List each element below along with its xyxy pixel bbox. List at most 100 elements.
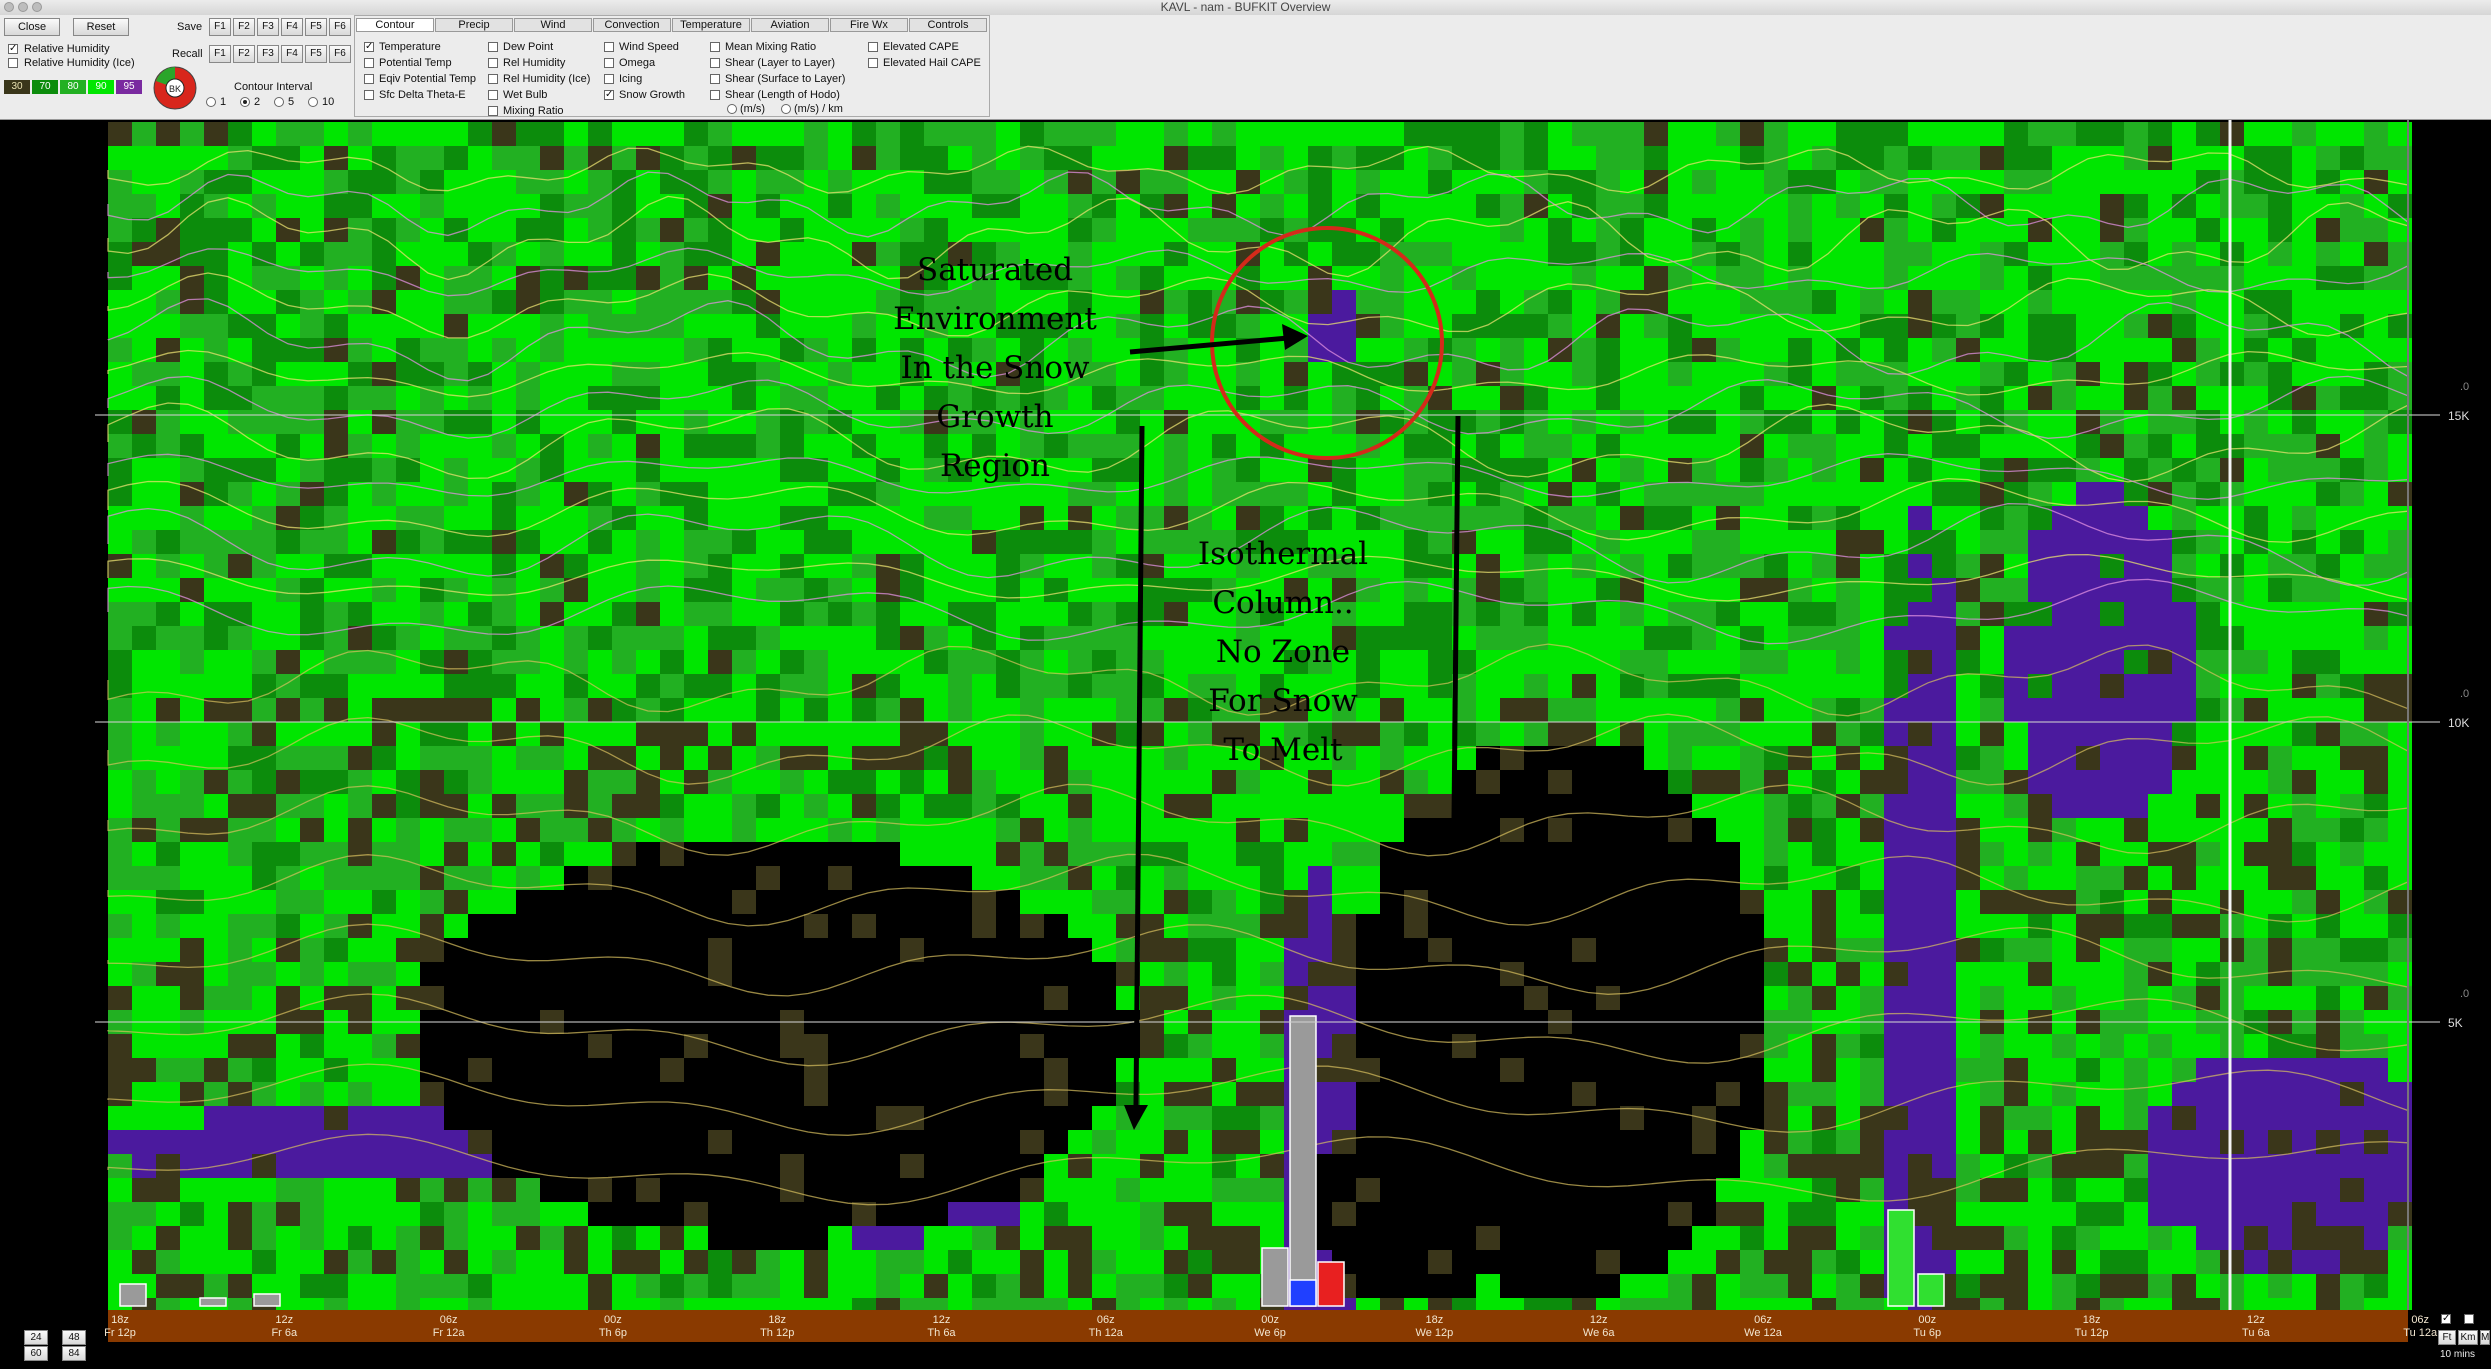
save-f4-button[interactable]: F4 bbox=[281, 18, 303, 36]
contour-interval-label: Contour Interval bbox=[234, 81, 313, 93]
meters-button[interactable]: M bbox=[2480, 1330, 2490, 1345]
contour-interval-1-radio[interactable] bbox=[206, 97, 216, 107]
eqiv-potential-temp-checkbox[interactable] bbox=[364, 74, 374, 84]
shear-length-of-hodo-checkbox[interactable] bbox=[710, 90, 720, 100]
contour-interval-2-label: 2 bbox=[254, 96, 261, 108]
contour-interval-5-radio[interactable] bbox=[274, 97, 284, 107]
tab-convection[interactable]: Convection bbox=[593, 18, 671, 32]
snow-growth-checkbox[interactable]: ✓ bbox=[604, 90, 614, 100]
tab-contour[interactable]: Contour bbox=[356, 18, 434, 32]
time-tick-local: Tu 6p bbox=[1913, 1327, 1942, 1339]
time-tick-utc: 12z bbox=[1589, 1314, 1608, 1326]
potential-temp-checkbox[interactable] bbox=[364, 58, 374, 68]
time-tick-utc: 00z bbox=[604, 1314, 622, 1326]
recall-f6-button[interactable]: F6 bbox=[329, 45, 351, 63]
save-f2-button[interactable]: F2 bbox=[233, 18, 255, 36]
save-f1-button[interactable]: F1 bbox=[209, 18, 231, 36]
time-tick: 18z Fr 12p bbox=[85, 1314, 155, 1340]
height-label: 10K bbox=[2448, 716, 2469, 730]
time-tick-local: Th 12p bbox=[760, 1327, 795, 1339]
save-f6-button[interactable]: F6 bbox=[329, 18, 351, 36]
time-tick-local: Fr 6a bbox=[271, 1327, 298, 1339]
time-tick-utc: 18z bbox=[1425, 1314, 1444, 1326]
time-tick-utc: 06z bbox=[439, 1314, 458, 1326]
time-tick-utc: 12z bbox=[2247, 1314, 2265, 1326]
time-tick-local: Th 6p bbox=[598, 1327, 627, 1339]
unit-checkbox-1[interactable]: ✓ bbox=[2441, 1314, 2451, 1324]
range-84-button[interactable]: 84 bbox=[62, 1346, 86, 1361]
mean-mixing-ratio-checkbox[interactable] bbox=[710, 42, 720, 52]
time-tick-utc: 00z bbox=[1261, 1314, 1279, 1326]
mixing-ratio-checkbox[interactable] bbox=[488, 106, 498, 116]
tab-temperature[interactable]: Temperature bbox=[672, 18, 750, 32]
recall-label: Recall bbox=[172, 48, 203, 60]
dew-point-checkbox[interactable] bbox=[488, 42, 498, 52]
recall-f4-button[interactable]: F4 bbox=[281, 45, 303, 63]
rh-swatch-30: 30 bbox=[4, 80, 30, 94]
wet-bulb-checkbox[interactable] bbox=[488, 90, 498, 100]
window-title: KAVL - nam - BUFKIT Overview bbox=[1160, 0, 1331, 14]
contour-interval-5-label: 5 bbox=[288, 96, 295, 108]
shear-layer-to-layer-checkbox[interactable] bbox=[710, 58, 720, 68]
tab-controls[interactable]: Controls bbox=[909, 18, 987, 32]
save-f5-button[interactable]: F5 bbox=[305, 18, 327, 36]
relative-humidity-ice-checkbox[interactable] bbox=[8, 58, 18, 68]
save-f3-button[interactable]: F3 bbox=[257, 18, 279, 36]
range-60-button[interactable]: 60 bbox=[24, 1346, 48, 1361]
shear-surface-to-layer-checkbox[interactable] bbox=[710, 74, 720, 84]
time-tick-utc: 06z bbox=[1096, 1314, 1115, 1326]
elevated-hail-cape-label: Elevated Hail CAPE bbox=[883, 57, 981, 69]
shear-unit-0-radio[interactable] bbox=[727, 104, 737, 114]
unit-checkbox-2[interactable] bbox=[2464, 1314, 2474, 1324]
omega-checkbox[interactable] bbox=[604, 58, 614, 68]
close-button[interactable]: Close bbox=[4, 18, 60, 36]
rh-swatch-80: 80 bbox=[60, 80, 86, 94]
range-24-button[interactable]: 24 bbox=[24, 1330, 48, 1345]
recall-f3-button[interactable]: F3 bbox=[257, 45, 279, 63]
range-48-button[interactable]: 48 bbox=[62, 1330, 86, 1345]
tab-aviation[interactable]: Aviation bbox=[751, 18, 829, 32]
reset-button[interactable]: Reset bbox=[73, 18, 129, 36]
temperature-label: Temperature bbox=[379, 41, 441, 53]
time-tick: 00z Th 6p bbox=[578, 1314, 648, 1340]
rel-humidity-ice-checkbox[interactable] bbox=[488, 74, 498, 84]
mixing-ratio-label: Mixing Ratio bbox=[503, 105, 564, 117]
recall-f2-button[interactable]: F2 bbox=[233, 45, 255, 63]
temperature-checkbox[interactable]: ✓ bbox=[364, 42, 374, 52]
wind-speed-checkbox[interactable] bbox=[604, 42, 614, 52]
relative-humidity-checkbox[interactable]: ✓ bbox=[8, 44, 18, 54]
rel-humidity-checkbox[interactable] bbox=[488, 58, 498, 68]
elevated-hail-cape-checkbox[interactable] bbox=[868, 58, 878, 68]
recall-f5-button[interactable]: F5 bbox=[305, 45, 327, 63]
time-axis: 18z Fr 12p 12z Fr 6a 06z Fr 12a 00z Th 6p 18z Th … bbox=[0, 1310, 2491, 1369]
time-tick-utc: 12z bbox=[275, 1314, 294, 1326]
contour-interval-2-radio[interactable] bbox=[240, 97, 250, 107]
time-tick: 06z Fr 12a bbox=[414, 1314, 484, 1340]
icing-checkbox[interactable] bbox=[604, 74, 614, 84]
time-tick-utc: 12z bbox=[932, 1314, 951, 1326]
time-tick-utc: 06z bbox=[1754, 1314, 1772, 1326]
recall-f1-button[interactable]: F1 bbox=[209, 45, 231, 63]
sfc-delta-theta-e-label: Sfc Delta Theta-E bbox=[379, 89, 466, 101]
snow-growth-label: Snow Growth bbox=[619, 89, 686, 101]
tab-wind[interactable]: Wind bbox=[514, 18, 592, 32]
sfc-delta-theta-e-checkbox[interactable] bbox=[364, 90, 374, 100]
time-tick-local: We 6a bbox=[1582, 1327, 1615, 1339]
rel-humidity-label: Rel Humidity bbox=[503, 57, 566, 69]
svg-text:BK: BK bbox=[169, 84, 181, 94]
tab-precip[interactable]: Precip bbox=[435, 18, 513, 32]
feet-button[interactable]: Ft bbox=[2438, 1330, 2456, 1345]
time-tick: 12z Tu 6a bbox=[2221, 1314, 2291, 1340]
time-tick: 12z We 6a bbox=[1564, 1314, 1634, 1340]
time-tick-local: We 12p bbox=[1415, 1327, 1454, 1339]
interval-label: 10 mins bbox=[2440, 1349, 2476, 1360]
km-button[interactable]: Km bbox=[2458, 1330, 2478, 1345]
shear-unit-1-radio[interactable] bbox=[781, 104, 791, 114]
bufkit-logo-icon: BK bbox=[153, 66, 197, 110]
tab-fire-wx[interactable]: Fire Wx bbox=[830, 18, 908, 32]
rh-swatch-95: 95 bbox=[116, 80, 142, 94]
save-label: Save bbox=[177, 21, 203, 33]
elevated-cape-checkbox[interactable] bbox=[868, 42, 878, 52]
right-edge-value: .0 bbox=[2460, 688, 2469, 700]
contour-interval-10-radio[interactable] bbox=[308, 97, 318, 107]
